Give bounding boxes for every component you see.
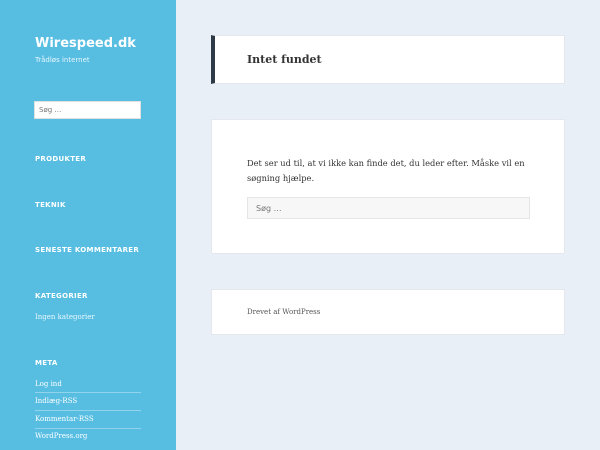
- no-categories-text: Ingen kategorier: [35, 313, 95, 321]
- site-footer: Drevet af WordPress: [211, 289, 565, 335]
- widget-title-seneste-kommentarer: SENESTE KOMMENTARER: [35, 246, 140, 254]
- meta-link-kommentar-rss[interactable]: Kommentar-RSS: [35, 415, 141, 423]
- widget-title-teknik: TEKNIK: [35, 201, 66, 209]
- page-title: Intet fundet: [247, 53, 322, 66]
- meta-divider: [35, 392, 141, 393]
- site-description: Trådløs internet: [35, 56, 90, 64]
- widget-title-meta: META: [35, 359, 58, 367]
- meta-link-indlaeg-rss[interactable]: Indlæg-RSS: [35, 397, 141, 405]
- sidebar-search-input[interactable]: [34, 101, 141, 119]
- site-title[interactable]: Wirespeed.dk: [35, 36, 136, 51]
- page-header: Intet fundet: [211, 35, 565, 84]
- page-content: Det ser ud til, at vi ikke kan finde det…: [211, 119, 565, 254]
- widget-title-kategorier: KATEGORIER: [35, 292, 88, 300]
- meta-link-log-ind[interactable]: Log ind: [35, 380, 141, 388]
- footer-credit-link[interactable]: Drevet af WordPress: [247, 308, 320, 316]
- widget-title-produkter: PRODUKTER: [35, 155, 87, 163]
- meta-link-wordpress-org[interactable]: WordPress.org: [35, 432, 141, 440]
- meta-divider: [35, 428, 141, 429]
- sidebar: Wirespeed.dk Trådløs internet PRODUKTER …: [0, 0, 176, 450]
- not-found-message: Det ser ud til, at vi ikke kan finde det…: [247, 158, 525, 183]
- search-input[interactable]: [247, 197, 530, 219]
- meta-divider: [35, 410, 141, 411]
